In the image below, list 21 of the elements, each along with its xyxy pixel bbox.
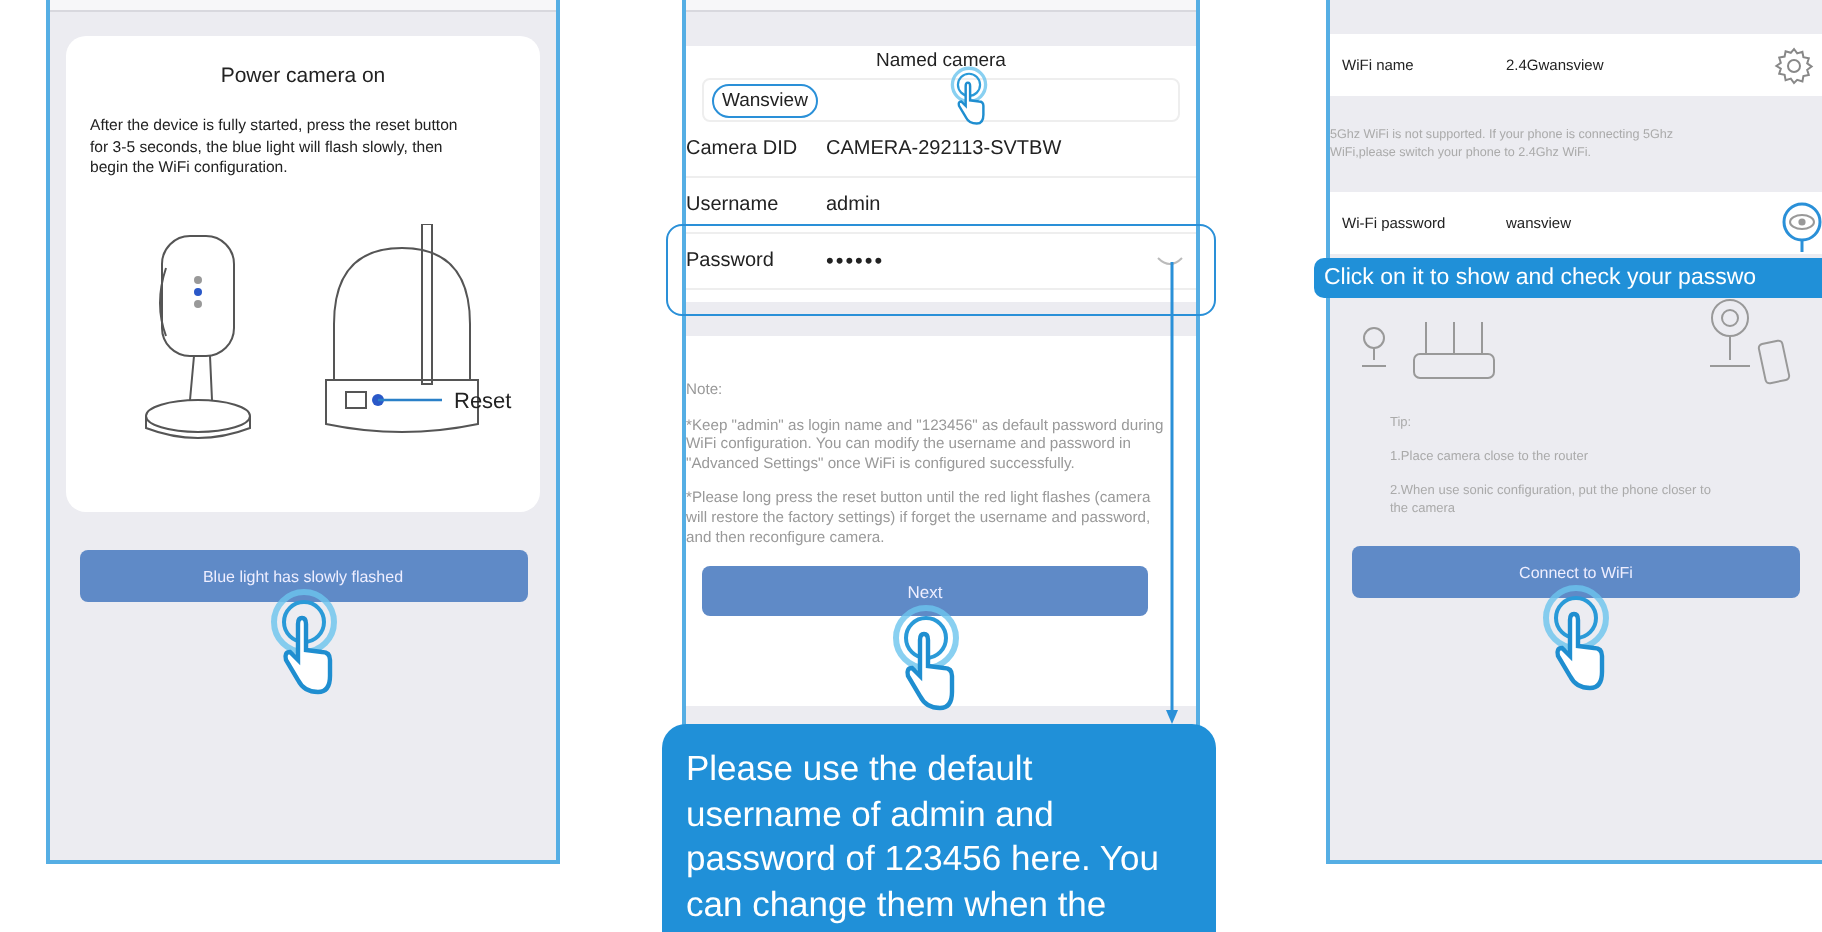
- leader-line: [378, 397, 442, 401]
- field-value: admin: [826, 194, 881, 216]
- field-value: ••••••: [826, 249, 885, 273]
- connect-button[interactable]: Connect to WiFi: [1352, 546, 1800, 598]
- confirm-button[interactable]: Blue light has slowly flashed: [79, 550, 527, 602]
- tap-hand-icon: [269, 588, 337, 700]
- name-value: Wansview: [712, 83, 818, 117]
- field-label: Username: [686, 194, 781, 216]
- field-label: Password: [686, 250, 776, 272]
- tooltip-text: Click on it to show and check your passwo: [1314, 258, 1822, 298]
- eye-icon[interactable]: [1782, 202, 1822, 254]
- tap-hand-icon: [950, 66, 988, 128]
- tap-hand-icon: [1542, 584, 1610, 696]
- field-label: Camera DID: [686, 138, 800, 160]
- field-value: CAMERA-292113-SVTBW: [826, 138, 1062, 160]
- chevron-icon[interactable]: [1156, 255, 1184, 267]
- settings-icon[interactable]: [1774, 45, 1814, 85]
- callout-text: Please use the default username of admin and password of 123456 here. You can change them when the: [662, 724, 1216, 932]
- section-title: Named camera: [874, 50, 1008, 72]
- next-button[interactable]: Next: [702, 566, 1148, 617]
- step-title: Power camera on: [218, 64, 388, 88]
